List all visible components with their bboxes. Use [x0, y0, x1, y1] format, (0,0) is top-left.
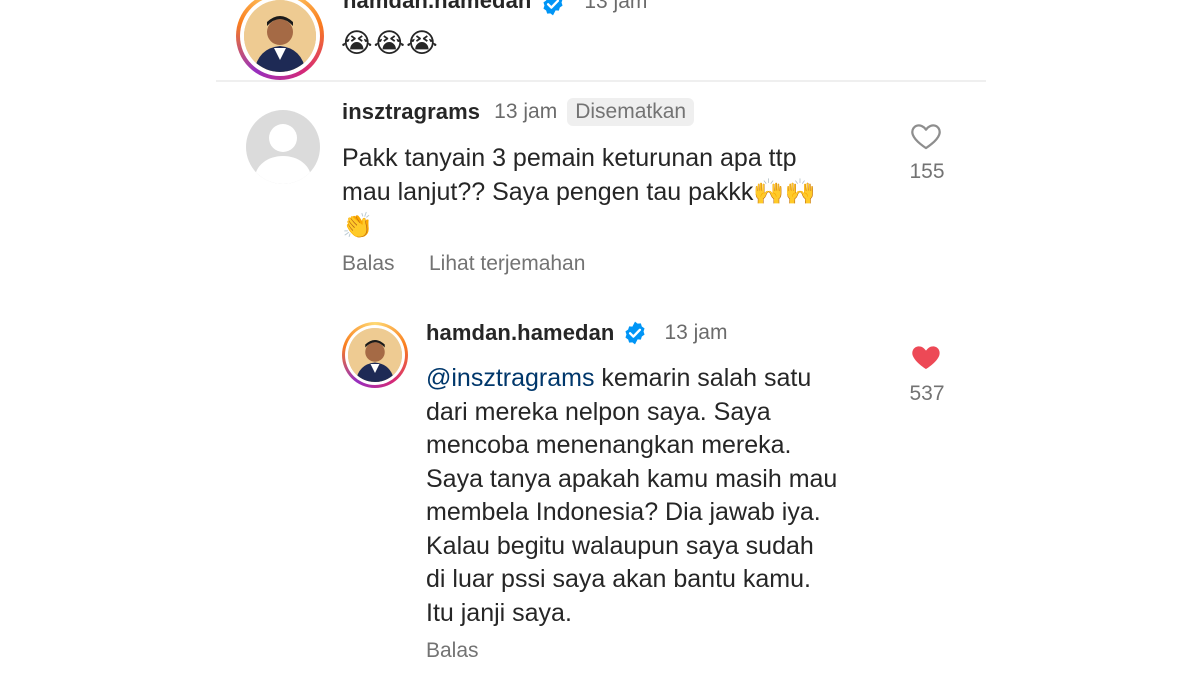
mention-link[interactable]: @insztragrams	[426, 364, 594, 392]
commenter-avatar[interactable]	[246, 110, 320, 184]
reply-line: mencoba menenangkan mereka.	[426, 431, 792, 459]
reply-line: di luar pssi saya akan bantu kamu.	[426, 565, 811, 593]
avatar	[348, 328, 402, 382]
reply-line: dari mereka nelpon saya. Saya	[426, 397, 771, 426]
reply-line: Kalau begitu walaupun saya sudah	[426, 531, 814, 560]
top-comment-text: 😭😭😭	[341, 28, 439, 58]
reply-avatar-ring[interactable]	[342, 322, 408, 388]
comment-line: mau lanjut?? Saya pengen tau pakkk🙌🙌	[342, 178, 816, 206]
reply-time: 13 jam	[664, 321, 728, 344]
heart-filled-icon[interactable]	[909, 340, 943, 374]
avatar	[244, 0, 316, 72]
heart-outline-icon[interactable]	[909, 119, 943, 153]
see-translation-button[interactable]: Lihat terjemahan	[429, 252, 585, 275]
top-avatar-ring[interactable]	[236, 0, 324, 80]
top-comment-time: 13 jam	[584, 0, 648, 13]
like-count: 155	[909, 160, 945, 183]
top-comment-username[interactable]: hamdan.hamedan	[343, 0, 531, 13]
comment-text: Pakk tanyain 3 pemain keturunan apa ttp …	[342, 141, 816, 243]
comment-line: Pakk tanyain 3 pemain keturunan apa ttp	[342, 144, 797, 172]
comment-line: 👏	[342, 212, 374, 240]
comment-username[interactable]: insztragrams	[342, 99, 480, 125]
reply-text: @insztragrams kemarin salah satu dari me…	[426, 362, 837, 630]
pinned-badge: Disematkan	[567, 98, 695, 126]
reply-line: membela Indonesia? Dia jawab iya.	[426, 498, 821, 526]
reply-line: Saya tanya apakah kamu masih mau	[426, 464, 838, 493]
reply-username[interactable]: hamdan.hamedan	[426, 320, 614, 346]
reply-line: kemarin salah satu	[594, 364, 812, 392]
reply-line: Itu janji saya.	[426, 598, 572, 627]
divider	[216, 80, 986, 82]
like-count: 537	[909, 382, 945, 405]
verified-badge-icon	[543, 0, 563, 16]
comment-time: 13 jam	[494, 100, 558, 123]
reply-button[interactable]: Balas	[342, 252, 395, 275]
reply-button[interactable]: Balas	[426, 639, 479, 662]
verified-badge-icon	[625, 321, 645, 345]
